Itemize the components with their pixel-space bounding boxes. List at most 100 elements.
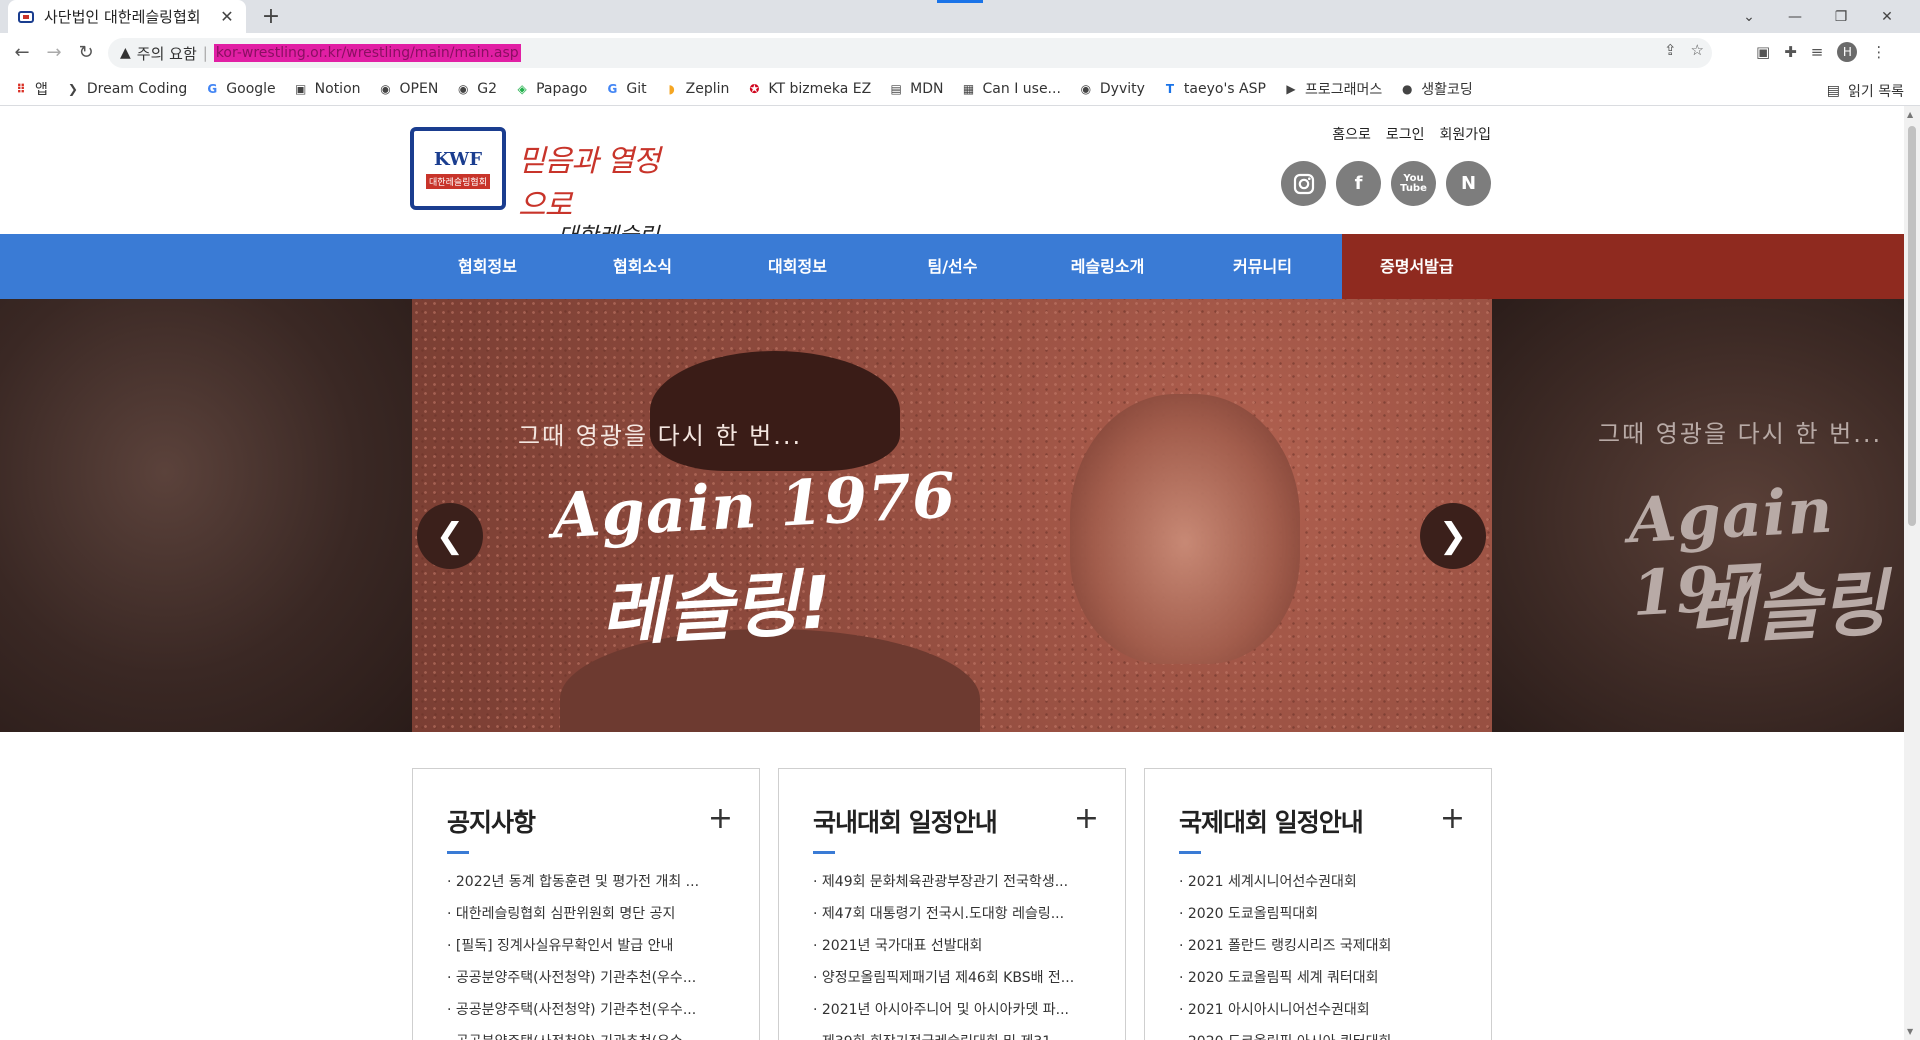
nav-team-player[interactable]: 팀/선수	[875, 234, 1030, 299]
list-item[interactable]: · 2021년 국가대표 선발대회	[813, 930, 1095, 962]
nav-association-info[interactable]: 협회정보	[410, 234, 565, 299]
bookmark-mdn[interactable]: ▤ MDN	[889, 81, 944, 97]
nav-competition-info[interactable]: 대회정보	[720, 234, 875, 299]
naver-blog-icon[interactable]: N	[1446, 161, 1491, 206]
list-item[interactable]: · 2021 폴란드 랭킹시리즈 국제대회	[1179, 930, 1461, 962]
browser-tab[interactable]: 사단법인 대한레슬링협회 ✕	[8, 0, 246, 33]
list-item[interactable]: · 2022년 동계 합동훈련 및 평가전 개최 ...	[447, 866, 729, 898]
nav-certificate[interactable]: 증명서발급	[1342, 234, 1904, 299]
list-item[interactable]: · 대한레슬링협회 심판위원회 명단 공지	[447, 898, 729, 930]
google-icon: G	[207, 82, 218, 96]
bookmark-zeplin[interactable]: ◗ Zeplin	[665, 81, 729, 97]
slider-next-icon[interactable]: ❯	[1420, 503, 1486, 569]
zeplin-icon: ◗	[668, 82, 675, 96]
home-link[interactable]: 홈으로	[1332, 124, 1371, 144]
bookmark-label: G2	[477, 81, 498, 97]
bookmark-opentutorials[interactable]: ● 생활코딩	[1400, 79, 1473, 99]
bookmark-programmers[interactable]: ▶ 프로그래머스	[1284, 79, 1382, 99]
caniuse-icon: ▦	[962, 82, 975, 96]
list-item[interactable]: · 2020 도쿄올림픽 아시아 쿼터대회	[1179, 1026, 1461, 1040]
list-item[interactable]: · 공공분양주택(사전청약) 기관추천(우수...	[447, 994, 729, 1026]
more-plus-icon[interactable]: +	[1440, 801, 1465, 836]
warning-icon[interactable]: ▲	[120, 45, 131, 61]
more-plus-icon[interactable]: +	[708, 801, 733, 836]
puzzle-extensions-icon[interactable]: ✚	[1784, 43, 1797, 61]
window-close-icon[interactable]: ✕	[1864, 9, 1910, 25]
reading-queue-icon[interactable]: ≡	[1811, 43, 1824, 61]
facebook-icon[interactable]: f	[1336, 161, 1381, 206]
scroll-up-icon[interactable]: ▲	[1907, 110, 1913, 119]
restore-icon[interactable]: ❐	[1818, 9, 1864, 25]
nav-community[interactable]: 커뮤니티	[1185, 234, 1340, 299]
instagram-icon[interactable]	[1281, 161, 1326, 206]
kwf-logo[interactable]: KWF 대한레슬링협회	[410, 127, 506, 210]
youtube-icon[interactable]: You Tube	[1391, 161, 1436, 206]
list-item[interactable]: · 공공분양주택(사전청약) 기관추천(우수...	[447, 1026, 729, 1040]
bookmark-google[interactable]: G Google	[205, 81, 275, 97]
bookmarks-bar: ⠿ 앱 ❯ Dream Coding G Google ▣ Notion ◉ OPEN ◉ G2 ◈ Pa…	[0, 73, 1920, 106]
list-item[interactable]: · 제49회 문화체육관광부장관기 전국학생...	[813, 866, 1095, 898]
dream-coding-icon: ❯	[67, 82, 78, 96]
profile-avatar[interactable]: H	[1837, 42, 1858, 62]
more-plus-icon[interactable]: +	[1074, 801, 1099, 836]
list-item[interactable]: · 2021년 아시아주니어 및 아시아카뎃 파...	[813, 994, 1095, 1026]
list-item[interactable]: · 공공분양주택(사전청약) 기관추천(우수...	[447, 962, 729, 994]
list-item[interactable]: · 제39회 회장기전국레슬링대회 및 제31...	[813, 1026, 1095, 1040]
bookmark-papago[interactable]: ◈ Papago	[515, 81, 587, 97]
list-item[interactable]: · 제47회 대통령기 전국시.도대항 레슬링...	[813, 898, 1095, 930]
url-omnibox[interactable]: ▲ 주의 요함 | kor-wrestling.or.kr/wrestling/…	[108, 38, 1712, 68]
dyvity-icon: ◉	[1080, 82, 1092, 96]
bookmark-star-icon[interactable]: ☆	[1691, 41, 1704, 59]
login-link[interactable]: 로그인	[1386, 124, 1425, 144]
back-icon[interactable]: ←	[10, 41, 34, 65]
new-tab-icon[interactable]: +	[258, 4, 284, 29]
reload-icon[interactable]: ↻	[74, 41, 98, 65]
reading-list-label: 읽기 목록	[1848, 84, 1904, 100]
slide-photo-face	[1070, 394, 1300, 664]
minimize-icon[interactable]: —	[1772, 9, 1818, 25]
logo-slogan[interactable]: 믿음과 열정으로 대한레슬링	[518, 136, 678, 250]
list-item[interactable]: · 양정모올림픽제패기념 제46회 KBS배 전...	[813, 962, 1095, 994]
bookmark-kt[interactable]: ✪ KT bizmeka EZ	[747, 81, 871, 97]
share-icon[interactable]: ⇪	[1664, 41, 1677, 59]
bookmark-label: Dyvity	[1099, 81, 1145, 97]
forward-icon[interactable]: →	[42, 41, 66, 65]
bookmark-caniuse[interactable]: ▦ Can I use...	[962, 81, 1061, 97]
signup-link[interactable]: 회원가입	[1439, 124, 1491, 144]
url-text[interactable]: kor-wrestling.or.kr/wrestling/main/main.…	[213, 44, 521, 62]
slider-prev-icon[interactable]: ❮	[417, 503, 483, 569]
list-item[interactable]: · 2021 아시아시니어선수권대회	[1179, 994, 1461, 1026]
git-icon: G	[607, 82, 618, 96]
tab-close-icon[interactable]: ✕	[218, 7, 236, 26]
list-item[interactable]: · [필독] 징계사실유무확인서 발급 안내	[447, 930, 729, 962]
reading-list-button[interactable]: ▤ 읽기 목록	[1827, 81, 1904, 101]
security-label[interactable]: 주의 요함	[137, 43, 197, 64]
bookmark-notion[interactable]: ▣ Notion	[294, 81, 361, 97]
board-section: 공지사항 + · 2022년 동계 합동훈련 및 평가전 개최 ... · 대한…	[412, 768, 1492, 1040]
list-item[interactable]: · 2020 도쿄올림픽 세계 쿼터대회	[1179, 962, 1461, 994]
bookmark-open[interactable]: ◉ OPEN	[379, 81, 438, 97]
list-item[interactable]: · 2020 도쿄올림픽대회	[1179, 898, 1461, 930]
open-icon: ◉	[380, 82, 391, 96]
bookmark-dyvity[interactable]: ◉ Dyvity	[1079, 81, 1145, 97]
scroll-down-icon[interactable]: ▼	[1907, 1027, 1913, 1036]
scrollbar-thumb[interactable]	[1908, 126, 1916, 526]
bookmark-label: Dream Coding	[86, 81, 188, 97]
board-international-schedule: 국제대회 일정안내 + · 2021 세계시니어선수권대회 · 2020 도쿄올…	[1144, 768, 1492, 1040]
bookmark-taeyo[interactable]: Ttaeyo's ASP	[1163, 81, 1266, 97]
tab-search-icon[interactable]: ⌄	[1726, 9, 1772, 25]
page-scrollbar[interactable]: ▲ ▼	[1904, 106, 1920, 1040]
extension-icon[interactable]: ▣	[1756, 43, 1770, 61]
menu-kebab-icon[interactable]: ⋮	[1871, 43, 1886, 61]
bookmark-g2[interactable]: ◉ G2	[456, 81, 497, 97]
bookmark-apps[interactable]: ⠿ 앱	[14, 79, 48, 99]
bookmark-git[interactable]: G Git	[605, 81, 646, 97]
nav-wrestling-intro[interactable]: 레슬링소개	[1030, 234, 1185, 299]
prev-slide-preview	[0, 299, 412, 732]
board-list: · 2022년 동계 합동훈련 및 평가전 개최 ... · 대한레슬링협회 심…	[447, 866, 759, 1040]
list-item[interactable]: · 2021 세계시니어선수권대회	[1179, 866, 1461, 898]
bookmark-dream-coding[interactable]: ❯ Dream Coding	[66, 81, 187, 97]
opentutorials-icon: ●	[1401, 82, 1413, 96]
nav-association-news[interactable]: 협회소식	[565, 234, 720, 299]
papago-icon: ◈	[517, 82, 527, 96]
